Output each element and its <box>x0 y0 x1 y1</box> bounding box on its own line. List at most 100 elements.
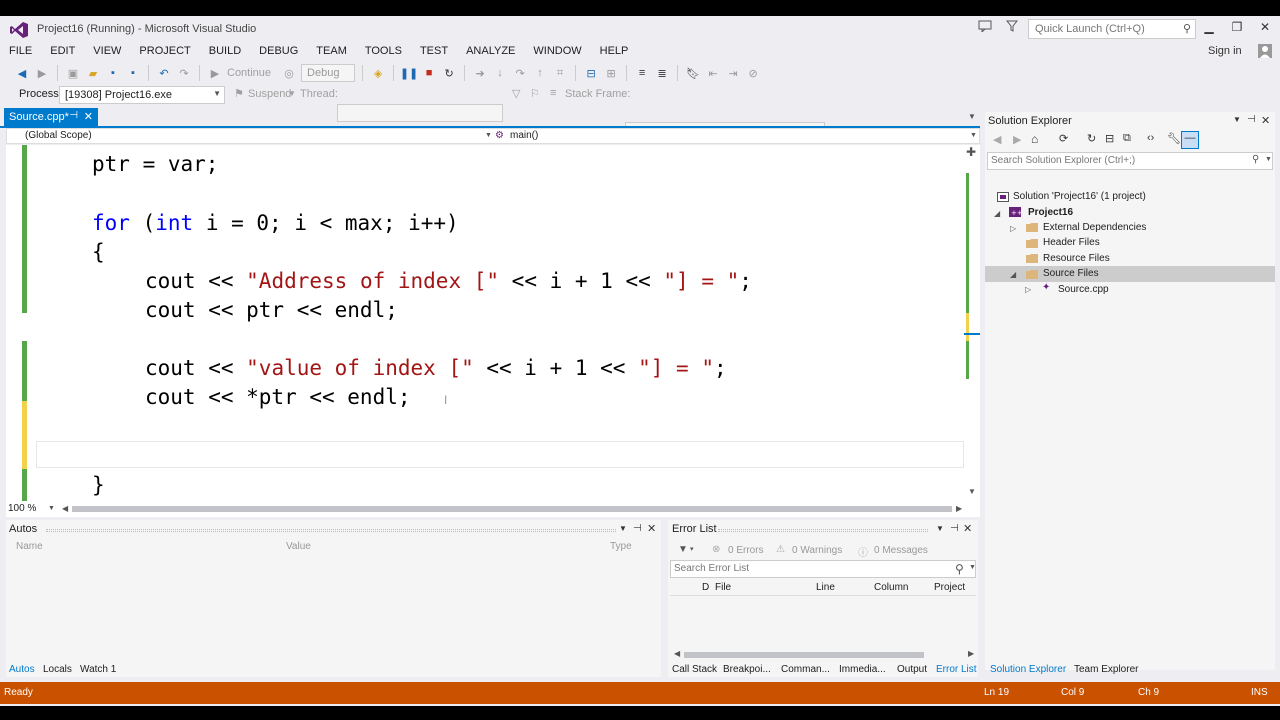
error-search-input[interactable]: Search Error List ⚲ ▼ <box>670 560 976 578</box>
sync-icon[interactable]: ⟳ <box>1059 132 1068 145</box>
open-file-icon[interactable]: ▰ <box>85 65 101 81</box>
configuration-dropdown[interactable]: Debug <box>301 64 356 82</box>
menu-test[interactable]: TEST <box>411 42 457 62</box>
warnings-filter-button[interactable]: 0 Warnings <box>792 545 842 556</box>
view-code-icon[interactable]: ‹› <box>1147 132 1154 144</box>
tab-command-window[interactable]: Comman... <box>781 664 830 675</box>
code-editor[interactable]: ptr = var; for (int i = 0; i < max; i++)… <box>6 145 980 501</box>
process-dropdown[interactable]: [19308] Project16.exe ▼ <box>59 86 225 104</box>
back-icon[interactable]: ◀ <box>14 65 30 81</box>
tab-team-explorer[interactable]: Team Explorer <box>1074 664 1138 675</box>
global-scope-dropdown[interactable]: (Global Scope) <box>25 130 92 141</box>
chevron-down-icon[interactable]: ▼ <box>936 524 944 533</box>
errors-filter-button[interactable]: 0 Errors <box>728 545 764 556</box>
column-name[interactable]: Name <box>16 541 43 552</box>
menu-debug[interactable]: DEBUG <box>250 42 307 62</box>
menu-tools[interactable]: TOOLS <box>356 42 411 62</box>
column-description[interactable]: D <box>702 582 709 593</box>
tab-locals[interactable]: Locals <box>43 664 72 675</box>
split-icon[interactable]: ✚ <box>966 145 976 159</box>
collapsed-arrow-icon[interactable]: ▷ <box>1010 224 1016 233</box>
chevron-down-icon[interactable]: ▼ <box>1233 115 1241 124</box>
horizontal-scroll-thumb[interactable] <box>684 652 924 658</box>
close-icon[interactable]: ✕ <box>1261 114 1270 127</box>
preview-icon[interactable]: — <box>1181 131 1199 149</box>
expanded-arrow-icon[interactable]: ◢ <box>1010 270 1016 279</box>
view-icon[interactable]: ⊞ <box>603 65 619 81</box>
column-type[interactable]: Type <box>610 541 632 552</box>
back-icon[interactable]: ◀ <box>993 133 1001 146</box>
tab-dropdown-icon[interactable]: ▼ <box>968 112 976 121</box>
tree-item-external-dependencies[interactable]: External Dependencies <box>1043 222 1146 233</box>
tab-breakpoints[interactable]: Breakpoi... <box>723 664 771 675</box>
pin-icon[interactable]: ⊣ <box>950 523 959 534</box>
filter-icon[interactable]: ▼ <box>678 544 688 555</box>
menu-edit[interactable]: EDIT <box>41 42 84 62</box>
menu-help[interactable]: HELP <box>591 42 638 62</box>
prev-bookmark-icon[interactable]: ⇤ <box>705 65 721 81</box>
menu-window[interactable]: WINDOW <box>524 42 590 62</box>
close-icon[interactable]: ✕ <box>963 522 972 535</box>
tree-item-solution[interactable]: Solution 'Project16' (1 project) <box>1013 191 1146 202</box>
tree-item-source-files[interactable]: Source Files <box>1043 268 1099 279</box>
pin-icon[interactable]: ⊣ <box>1247 114 1256 125</box>
tree-item-resource-files[interactable]: Resource Files <box>1043 253 1110 264</box>
step-out-icon[interactable]: ↑ <box>532 65 548 81</box>
uncomment-icon[interactable]: ≣ <box>654 65 670 81</box>
column-project[interactable]: Project <box>934 582 965 593</box>
close-window-button[interactable]: ✕ <box>1256 20 1274 34</box>
column-file[interactable]: File <box>715 582 731 593</box>
comment-icon[interactable]: ≡ <box>634 65 650 81</box>
restart-icon[interactable]: ↻ <box>441 65 457 81</box>
show-next-statement-icon[interactable]: ➜ <box>472 65 488 81</box>
tree-item-header-files[interactable]: Header Files <box>1043 237 1100 248</box>
close-tab-icon[interactable]: ✕ <box>84 110 93 123</box>
horizontal-scroll-thumb[interactable] <box>72 506 952 512</box>
step-over-icon[interactable]: ↷ <box>512 65 528 81</box>
menu-build[interactable]: BUILD <box>200 42 250 62</box>
save-icon[interactable]: ▪ <box>105 65 121 81</box>
pin-icon[interactable]: ⊣ <box>69 110 78 121</box>
continue-icon[interactable]: ▶ <box>207 65 223 81</box>
tab-immediate-window[interactable]: Immedia... <box>839 664 886 675</box>
account-icon[interactable] <box>1258 44 1272 58</box>
column-line[interactable]: Line <box>816 582 835 593</box>
tab-error-list[interactable]: Error List <box>936 664 977 675</box>
tree-item-source-cpp[interactable]: Source.cpp <box>1058 284 1109 295</box>
scroll-left-icon[interactable]: ◀ <box>62 504 68 513</box>
menu-project[interactable]: PROJECT <box>130 42 199 62</box>
refresh-icon[interactable]: ↻ <box>1087 132 1096 145</box>
vertical-scrollbar[interactable]: ✚ ▼ <box>964 145 980 501</box>
menu-file[interactable]: FILE <box>0 42 41 62</box>
scroll-left-icon[interactable]: ◀ <box>674 649 680 658</box>
diagnostic-icon[interactable]: ◈ <box>370 65 386 81</box>
menu-analyze[interactable]: ANALYZE <box>457 42 524 62</box>
break-all-icon[interactable]: ❚❚ <box>400 65 418 81</box>
sign-in-link[interactable]: Sign in <box>1208 45 1242 57</box>
zoom-level[interactable]: 100 % <box>8 503 36 514</box>
pin-icon[interactable]: ⊣ <box>633 523 642 534</box>
menu-team[interactable]: TEAM <box>307 42 356 62</box>
solution-search-input[interactable]: Search Solution Explorer (Ctrl+;) ⚲ ▼ <box>987 152 1273 170</box>
next-bookmark-icon[interactable]: ⇥ <box>725 65 741 81</box>
tab-source-cpp[interactable]: Source.cpp* ⊣ ✕ <box>4 108 98 128</box>
stop-debugging-icon[interactable]: ■ <box>421 65 437 81</box>
show-flagged-icon[interactable]: ⚐ <box>530 87 540 100</box>
home-icon[interactable]: ⌂ <box>1031 132 1038 146</box>
tree-item-project[interactable]: Project16 <box>1028 207 1073 218</box>
collapsed-arrow-icon[interactable]: ▷ <box>1025 285 1031 294</box>
scroll-right-icon[interactable]: ▶ <box>956 504 962 513</box>
collapse-all-icon[interactable]: ⊟ <box>1105 132 1114 145</box>
attach-icon[interactable]: ◎ <box>281 65 297 81</box>
column-value[interactable]: Value <box>286 541 311 552</box>
properties-icon[interactable]: 🔧︎ <box>1167 132 1181 145</box>
redo-icon[interactable]: ↷ <box>176 65 192 81</box>
filter-icon[interactable] <box>1006 20 1018 32</box>
tab-call-stack[interactable]: Call Stack <box>672 664 717 675</box>
undo-icon[interactable]: ↶ <box>156 65 172 81</box>
show-all-files-icon[interactable]: ⧉ <box>1123 132 1131 145</box>
flag-icon[interactable]: ▽ <box>512 87 520 100</box>
chevron-down-icon[interactable]: ▾ <box>690 545 694 553</box>
continue-button[interactable]: Continue <box>227 67 271 79</box>
tab-solution-explorer[interactable]: Solution Explorer <box>990 664 1066 675</box>
